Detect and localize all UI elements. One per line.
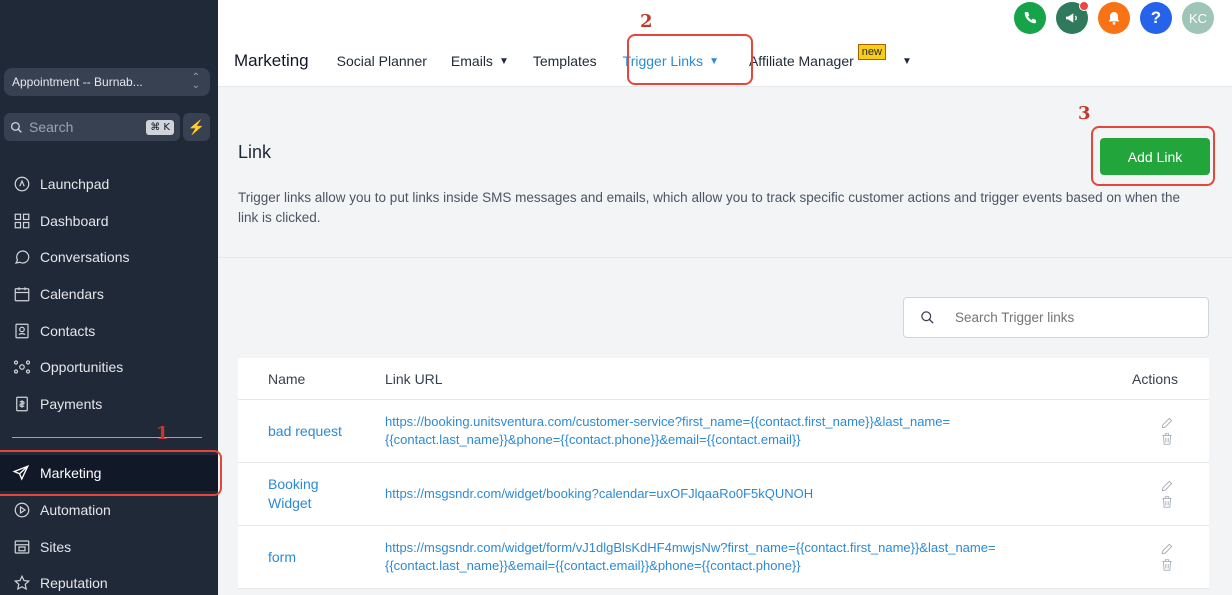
- tab-emails[interactable]: Emails ▼: [451, 53, 509, 69]
- link-name[interactable]: form: [238, 548, 385, 567]
- edit-icon[interactable]: [1160, 416, 1174, 430]
- sidebar-item-label: Dashboard: [40, 212, 109, 229]
- sidebar: Appointment -- Burnab... ⌃ ⌄ Search ⌘ K ⚡…: [0, 0, 218, 595]
- sidebar-item-label: Contacts: [40, 322, 96, 339]
- avatar[interactable]: KC: [1182, 2, 1214, 34]
- annotation-box-2: [627, 34, 753, 85]
- star-icon: [12, 573, 32, 593]
- table-row: bad request https://booking.unitsventura…: [238, 400, 1209, 463]
- sidebar-item-label: Reputation: [40, 575, 108, 592]
- column-actions: Actions: [1132, 370, 1178, 387]
- search-icon: [921, 311, 934, 324]
- bell-icon[interactable]: [1098, 2, 1130, 34]
- sidebar-item-calendars[interactable]: Calendars: [0, 276, 218, 313]
- help-icon[interactable]: ?: [1140, 2, 1172, 34]
- sidebar-item-dashboard[interactable]: Dashboard: [0, 203, 218, 240]
- link-url[interactable]: https://msgsndr.com/widget/form/vJ1dlgBl…: [385, 539, 1085, 575]
- sidebar-item-label: Calendars: [40, 286, 104, 303]
- opportunities-icon: [12, 357, 32, 377]
- header-actions: ? KC: [1014, 1, 1214, 34]
- sidebar-item-label: Launchpad: [40, 176, 110, 193]
- trash-icon[interactable]: [1160, 558, 1174, 572]
- chevron-down-icon: ▼: [498, 55, 509, 67]
- tab-label: Templates: [532, 53, 597, 69]
- dashboard-icon: [12, 211, 32, 231]
- tab-social-planner[interactable]: Social Planner: [337, 53, 427, 69]
- column-name: Name: [268, 370, 306, 387]
- row-actions: [1085, 541, 1209, 573]
- table-row: Booking Widget https://msgsndr.com/widge…: [238, 463, 1209, 526]
- column-url: Link URL: [385, 370, 443, 387]
- annotation-number-1: 1: [156, 423, 169, 444]
- sidebar-item-automation[interactable]: Automation: [0, 492, 218, 529]
- top-menu: Marketing Social Planner Emails ▼ Templat…: [234, 44, 936, 72]
- section-title: Link: [238, 142, 272, 162]
- sidebar-nav-lower: Automation Sites Reputation: [0, 492, 218, 595]
- edit-icon[interactable]: [1160, 479, 1174, 493]
- trash-icon[interactable]: [1160, 495, 1174, 509]
- sidebar-nav: Launchpad Dashboard Conversations Calend…: [0, 166, 218, 422]
- section-description: Trigger links allow you to put links ins…: [238, 190, 1180, 225]
- sidebar-item-label: Sites: [40, 538, 72, 555]
- more-menu-chevron-icon[interactable]: ▼: [902, 56, 912, 67]
- sidebar-item-label: Conversations: [40, 249, 130, 266]
- sidebar-item-payments[interactable]: Payments: [0, 386, 218, 423]
- shortcut-badge: ⌘ K: [146, 119, 174, 135]
- row-actions: [1085, 478, 1209, 510]
- sidebar-item-opportunities[interactable]: Opportunities: [0, 349, 218, 386]
- megaphone-icon[interactable]: [1056, 1, 1089, 34]
- annotation-box-3: [1091, 126, 1215, 186]
- phone-icon[interactable]: [1014, 2, 1046, 34]
- link-url[interactable]: https://msgsndr.com/widget/booking?calen…: [385, 485, 1085, 503]
- tab-label: Emails: [450, 53, 493, 69]
- chat-icon: [12, 247, 32, 267]
- search-input[interactable]: [955, 310, 1175, 325]
- account-switcher[interactable]: Appointment -- Burnab... ⌃ ⌄: [4, 68, 210, 96]
- annotation-number-2: 2: [640, 11, 653, 32]
- annotation-number-3: 3: [1078, 103, 1091, 124]
- annotation-box-1: [0, 450, 222, 496]
- search-icon: [10, 121, 22, 133]
- tab-affiliate-manager[interactable]: Affiliate Manager new: [748, 44, 886, 69]
- table-header: Name Link URL Actions: [238, 358, 1209, 400]
- account-name: Appointment -- Burnab...: [12, 75, 143, 89]
- payments-icon: [12, 394, 32, 414]
- trigger-links-search[interactable]: [903, 297, 1209, 338]
- sidebar-item-label: Opportunities: [40, 359, 124, 376]
- new-badge: new: [857, 44, 886, 60]
- link-url[interactable]: https://booking.unitsventura.com/custome…: [385, 413, 1085, 449]
- sidebar-item-reputation[interactable]: Reputation: [0, 565, 218, 595]
- edit-icon[interactable]: [1160, 542, 1174, 556]
- chevron-updown-icon: ⌃ ⌄: [191, 72, 200, 91]
- divider: [218, 257, 1232, 258]
- lightning-icon[interactable]: ⚡: [183, 113, 210, 141]
- page-title: Marketing: [234, 51, 309, 70]
- launchpad-icon: [12, 174, 32, 194]
- tab-label: Affiliate Manager: [748, 53, 854, 69]
- sidebar-item-launchpad[interactable]: Launchpad: [0, 166, 218, 203]
- tab-templates[interactable]: Templates: [533, 53, 597, 69]
- sidebar-search[interactable]: Search ⌘ K: [4, 113, 180, 141]
- sidebar-search-placeholder: Search: [29, 119, 74, 135]
- sidebar-item-label: Automation: [40, 502, 111, 519]
- table-row: form https://msgsndr.com/widget/form/vJ1…: [238, 526, 1209, 589]
- sidebar-item-label: Payments: [40, 395, 103, 412]
- sidebar-divider: [12, 437, 202, 438]
- contacts-icon: [12, 321, 32, 341]
- trigger-links-table: Name Link URL Actions bad request https:…: [238, 358, 1209, 589]
- link-name[interactable]: Booking Widget: [238, 475, 355, 513]
- sidebar-item-sites[interactable]: Sites: [0, 529, 218, 566]
- sites-icon: [12, 537, 32, 557]
- automation-icon: [12, 500, 32, 520]
- notification-dot: [1079, 1, 1089, 11]
- sidebar-item-contacts[interactable]: Contacts: [0, 312, 218, 349]
- trash-icon[interactable]: [1160, 432, 1174, 446]
- calendar-icon: [12, 284, 32, 304]
- row-actions: [1085, 415, 1209, 447]
- link-name[interactable]: bad request: [238, 422, 385, 441]
- tab-label: Social Planner: [336, 53, 427, 69]
- sidebar-item-conversations[interactable]: Conversations: [0, 239, 218, 276]
